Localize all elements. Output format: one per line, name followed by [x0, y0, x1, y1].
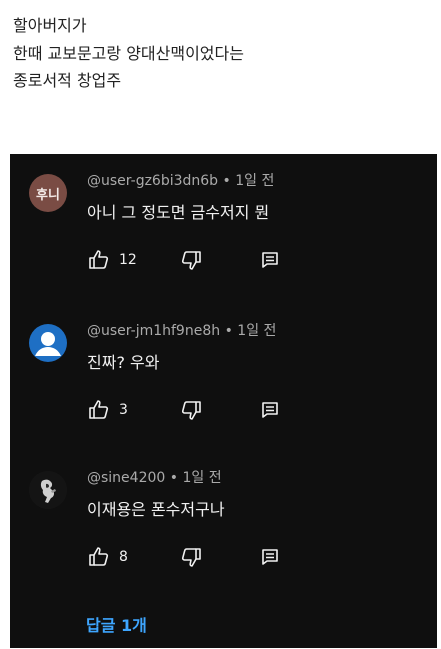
thumbs-up-icon: [89, 400, 109, 419]
comment-text: 진짜? 우와: [87, 353, 160, 372]
photo-avatar-icon: [29, 471, 67, 509]
comment-time[interactable]: 1일 전: [235, 173, 274, 189]
dislike-button[interactable]: [179, 396, 203, 424]
comment-text: 이재용은 폰수저구나: [87, 500, 225, 519]
comment-actions: 12: [87, 246, 427, 274]
thumbs-up-icon: [89, 250, 109, 269]
like-count: 8: [119, 549, 128, 565]
photo-avatar[interactable]: [29, 471, 67, 509]
reply-button[interactable]: [258, 543, 282, 571]
replies-toggle-button[interactable]: 답글 1개: [86, 612, 147, 636]
meta-separator: •: [222, 173, 231, 189]
comment-time[interactable]: 1일 전: [182, 470, 221, 486]
comment-icon: [262, 252, 278, 268]
thumbs-up-icon: [89, 547, 109, 566]
thumbs-down-icon: [181, 548, 201, 567]
comment-text: 아니 그 정도면 금수저지 뭔: [87, 203, 270, 222]
post-line: 종로서적 창업주: [13, 71, 122, 90]
comment-actions: 8: [87, 543, 427, 571]
thumbs-down-icon: [181, 251, 201, 270]
comment-meta: @sine4200 • 1일 전: [87, 467, 222, 487]
like-count: 3: [119, 402, 128, 418]
default-user-icon[interactable]: [29, 324, 67, 362]
reply-button[interactable]: [258, 246, 282, 274]
reply-button[interactable]: [258, 396, 282, 424]
post-text: 할아버지가 한때 교보문고랑 양대산맥이었다는 종로서적 창업주: [13, 12, 433, 95]
dislike-button[interactable]: [179, 543, 203, 571]
comment-meta: @user-gz6bi3dn6b • 1일 전: [87, 170, 274, 190]
meta-separator: •: [169, 470, 179, 486]
comment-icon: [262, 549, 278, 565]
comments-panel: 후니 @user-gz6bi3dn6b • 1일 전 아니 그 정도면 금수저지…: [10, 154, 437, 648]
comment-author[interactable]: @user-gz6bi3dn6b: [87, 173, 218, 189]
comment-author[interactable]: @sine4200: [87, 470, 165, 486]
like-count: 12: [119, 252, 137, 268]
comment-actions: 3: [87, 396, 427, 424]
like-button[interactable]: 3: [87, 396, 128, 424]
comment-time[interactable]: 1일 전: [237, 323, 276, 339]
comment-icon: [262, 402, 278, 418]
like-button[interactable]: 8: [87, 543, 128, 571]
post-line: 한때 교보문고랑 양대산맥이었다는: [13, 43, 244, 63]
dislike-button[interactable]: [179, 246, 203, 274]
post-line: 할아버지가: [13, 16, 87, 35]
thumbs-down-icon: [181, 401, 201, 420]
comment-meta: @user-jm1hf9ne8h • 1일 전: [87, 320, 276, 340]
avatar[interactable]: 후니: [29, 174, 67, 212]
user-silhouette-icon: [35, 332, 61, 356]
meta-separator: •: [224, 323, 233, 339]
like-button[interactable]: 12: [87, 246, 137, 274]
comment-author[interactable]: @user-jm1hf9ne8h: [87, 323, 220, 339]
